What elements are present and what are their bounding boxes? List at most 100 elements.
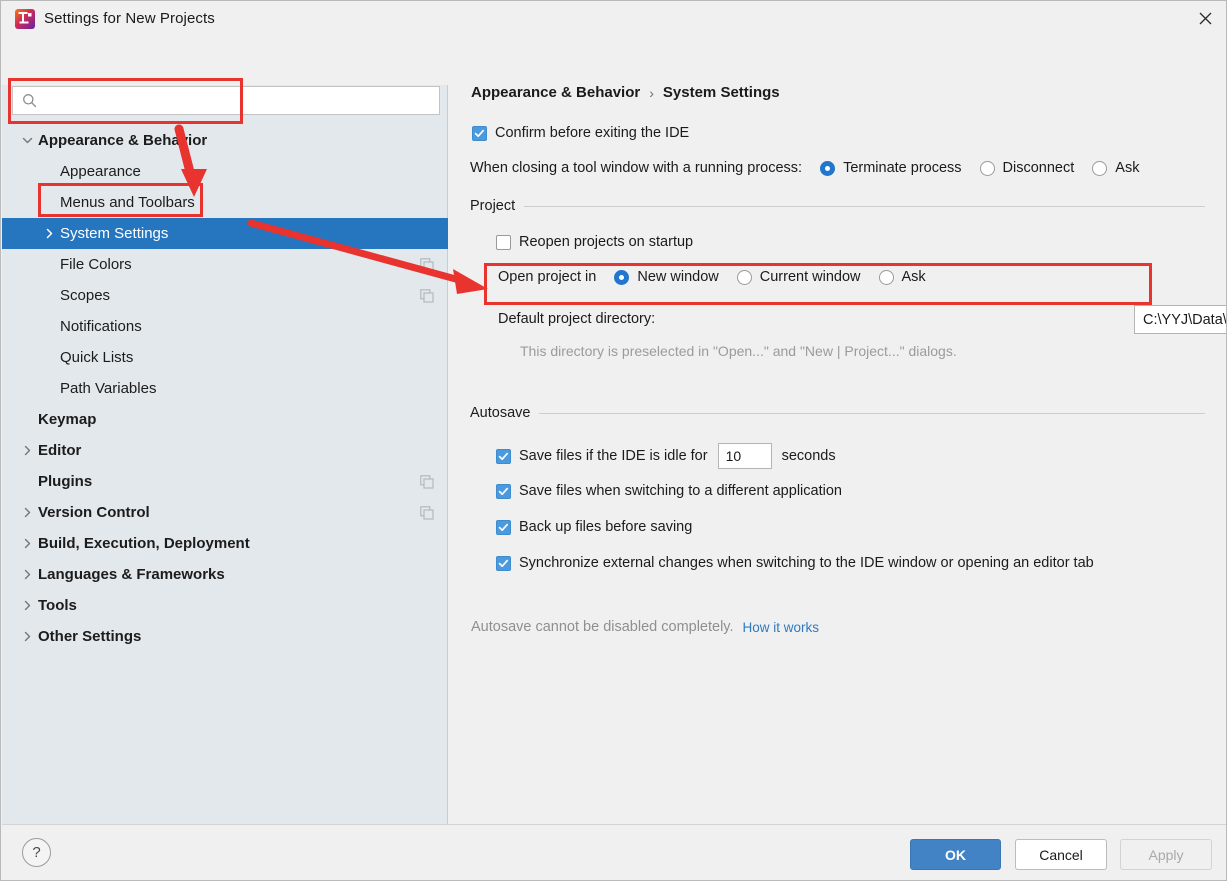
sidebar-item-editor[interactable]: Editor: [2, 435, 448, 466]
sidebar-item-label: Menus and Toolbars: [60, 194, 195, 211]
intellij-idea-icon: [15, 9, 35, 29]
radio-disconnect-label: Disconnect: [1002, 160, 1075, 176]
sidebar-item-label: Appearance & Behavior: [38, 132, 208, 149]
autosave-switch-app-row[interactable]: Save files when switching to a different…: [496, 483, 842, 499]
autosave-group-divider: [539, 412, 1205, 414]
sidebar-item-tools[interactable]: Tools: [2, 590, 448, 621]
autosave-idle-seconds-input[interactable]: [725, 446, 766, 466]
breadcrumb-parent[interactable]: Appearance & Behavior: [471, 84, 640, 101]
apply-button: Apply: [1120, 839, 1212, 870]
autosave-backup-checkbox[interactable]: [496, 519, 511, 535]
chevron-right-icon[interactable]: [20, 506, 34, 520]
dialog-footer: ? OK Cancel Apply: [2, 824, 1226, 880]
settings-tree: Appearance & Behavior Appearance Menus and…: [2, 125, 448, 652]
sidebar-item-build-execution-deployment[interactable]: Build, Execution, Deployment: [2, 528, 448, 559]
sidebar-item-quick-lists[interactable]: Quick Lists: [2, 342, 448, 373]
autosave-switch-app-checkbox[interactable]: [496, 483, 511, 499]
sidebar-item-version-control[interactable]: Version Control: [2, 497, 448, 528]
chevron-right-icon[interactable]: [20, 568, 34, 582]
radio-terminate-process[interactable]: [820, 160, 836, 176]
autosave-idle-seconds-stepper[interactable]: [717, 443, 772, 469]
autosave-note: Autosave cannot be disabled completely.: [471, 619, 734, 635]
autosave-idle-row[interactable]: Save files if the IDE is idle for second…: [496, 443, 836, 469]
cancel-button[interactable]: Cancel: [1015, 839, 1107, 870]
default-project-directory-input[interactable]: [1143, 308, 1226, 331]
copy-icon[interactable]: [420, 474, 434, 489]
radio-ask-open-project[interactable]: [878, 269, 894, 285]
sidebar-item-scopes[interactable]: Scopes: [2, 280, 448, 311]
confirm-exit-row[interactable]: Confirm before exiting the IDE: [472, 125, 689, 141]
open-project-in-label: Open project in: [498, 269, 597, 285]
reopen-projects-row[interactable]: Reopen projects on startup: [496, 234, 693, 250]
radio-terminate-process-label: Terminate process: [843, 160, 962, 176]
copy-icon[interactable]: [420, 288, 434, 303]
chevron-right-icon[interactable]: [20, 599, 34, 613]
autosave-group-header: Autosave: [470, 405, 1205, 421]
default-project-directory-hint: This directory is preselected in "Open..…: [520, 343, 957, 359]
radio-current-window[interactable]: [736, 269, 752, 285]
search-box[interactable]: [12, 86, 440, 115]
sidebar-item-menus-and-toolbars[interactable]: Menus and Toolbars: [2, 187, 448, 218]
radio-current-window-label: Current window: [759, 269, 861, 285]
sidebar-item-label: Build, Execution, Deployment: [38, 535, 250, 552]
sidebar-item-appearance-behavior[interactable]: Appearance & Behavior: [2, 125, 448, 156]
project-group-header: Project: [470, 198, 1205, 214]
radio-disconnect[interactable]: [979, 160, 995, 176]
autosave-idle-checkbox[interactable]: [496, 448, 511, 464]
sidebar-item-label: Quick Lists: [60, 349, 134, 366]
sidebar-item-languages-frameworks[interactable]: Languages & Frameworks: [2, 559, 448, 590]
autosave-backup-label: Back up files before saving: [519, 519, 693, 535]
autosave-sync-label: Synchronize external changes when switch…: [519, 555, 1094, 571]
sidebar-item-label: Keymap: [38, 411, 97, 428]
breadcrumb-separator-icon: ›: [649, 84, 654, 101]
tool-window-close-label: When closing a tool window with a runnin…: [470, 160, 803, 176]
sidebar-item-file-colors[interactable]: File Colors: [2, 249, 448, 280]
sidebar-item-system-settings[interactable]: System Settings: [2, 218, 448, 249]
copy-icon[interactable]: [420, 257, 434, 272]
tool-window-close-row: When closing a tool window with a runnin…: [470, 160, 1139, 176]
main-panel: Appearance & Behavior › System Settings …: [448, 37, 1226, 824]
autosave-idle-label-before: Save files if the IDE is idle for: [519, 448, 708, 464]
how-it-works-link[interactable]: How it works: [743, 620, 820, 635]
autosave-backup-row[interactable]: Back up files before saving: [496, 519, 692, 535]
search-input[interactable]: [43, 90, 423, 111]
sidebar-item-path-variables[interactable]: Path Variables: [2, 373, 448, 404]
project-group-title: Project: [470, 198, 516, 214]
default-project-directory-field[interactable]: [1134, 305, 1226, 334]
sidebar-item-label: System Settings: [60, 225, 169, 242]
chevron-right-icon[interactable]: [42, 227, 56, 241]
radio-ask-toolwindow-label: Ask: [1115, 160, 1140, 176]
default-project-directory-label-wrap: Default project directory:: [498, 311, 655, 327]
autosave-group-title: Autosave: [470, 405, 531, 421]
sidebar-item-label: Path Variables: [60, 380, 157, 397]
chevron-right-icon[interactable]: [20, 444, 34, 458]
copy-icon[interactable]: [420, 505, 434, 520]
chevron-right-icon[interactable]: [20, 537, 34, 551]
help-button[interactable]: ?: [22, 838, 51, 867]
radio-new-window-label: New window: [637, 269, 719, 285]
settings-sidebar: Appearance & Behavior Appearance Menus and…: [2, 37, 448, 824]
confirm-exit-label: Confirm before exiting the IDE: [495, 125, 690, 141]
sidebar-item-keymap[interactable]: Keymap: [2, 404, 448, 435]
settings-dialog: Settings for New Projects Appearance & B…: [0, 0, 1227, 881]
sidebar-item-label: Version Control: [38, 504, 150, 521]
chevron-right-icon[interactable]: [20, 630, 34, 644]
sidebar-item-other-settings[interactable]: Other Settings: [2, 621, 448, 652]
autosave-idle-label-after: seconds: [781, 448, 836, 464]
breadcrumb: Appearance & Behavior › System Settings: [471, 84, 780, 101]
sidebar-item-label: Scopes: [60, 287, 111, 304]
reopen-projects-checkbox[interactable]: [496, 234, 511, 250]
ok-button[interactable]: OK: [910, 839, 1001, 870]
sidebar-item-label: Editor: [38, 442, 82, 459]
autosave-sync-checkbox[interactable]: [496, 555, 511, 571]
confirm-exit-checkbox[interactable]: [472, 125, 487, 141]
chevron-down-icon[interactable]: [20, 134, 34, 148]
radio-ask-toolwindow[interactable]: [1092, 160, 1108, 176]
sidebar-item-appearance[interactable]: Appearance: [2, 156, 448, 187]
sidebar-item-plugins[interactable]: Plugins: [2, 466, 448, 497]
open-project-in-row: Open project in New window Current windo…: [498, 269, 926, 285]
sidebar-item-notifications[interactable]: Notifications: [2, 311, 448, 342]
radio-new-window[interactable]: [614, 269, 630, 285]
autosave-sync-row[interactable]: Synchronize external changes when switch…: [496, 555, 1094, 571]
close-icon[interactable]: [1182, 1, 1226, 35]
